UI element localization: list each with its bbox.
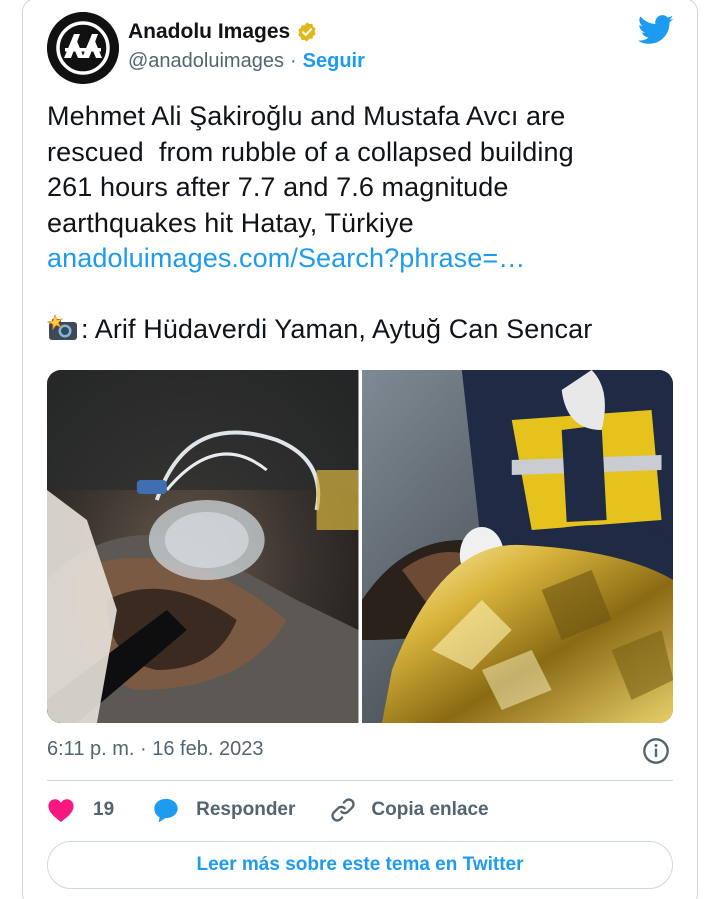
copy-link-button[interactable]: Copia enlace <box>329 796 489 824</box>
heart-icon <box>48 799 74 823</box>
tweet-timestamp[interactable]: 6:11 p. m. · 16 feb. 2023 <box>47 738 263 761</box>
divider <box>47 780 673 781</box>
read-more-button[interactable]: Leer más sobre este tema en Twitter <box>47 841 673 889</box>
photo-oxygen-mask-image <box>47 370 359 723</box>
media-grid <box>47 370 673 723</box>
info-icon[interactable] <box>642 737 670 765</box>
tweet-text: Mehmet Ali Şakiroğlu and Mustafa Avcı ar… <box>47 99 687 348</box>
tweet-link[interactable]: anadoluimages.com/Search?phrase=… <box>47 241 687 277</box>
tweet-text-line: earthquakes hit Hatay, Türkiye <box>47 207 414 238</box>
photo-credit-text: : Arif Hüdaverdi Yaman, Aytuğ Can Sencar <box>81 314 593 344</box>
follow-button[interactable]: Seguir <box>303 50 365 73</box>
author-avatar[interactable] <box>47 12 119 84</box>
photo-credit: : Arif Hüdaverdi Yaman, Aytuğ Can Sencar <box>47 312 687 348</box>
tweet-text-line: 261 hours after 7.7 and 7.6 magnitude <box>47 172 509 202</box>
verified-badge-icon <box>298 22 316 42</box>
author-handle-row: @anadoluimages · Seguir <box>128 50 365 73</box>
author-name-row: Anadolu Images <box>128 20 318 44</box>
photo-rescued-man-oxygen-mask[interactable] <box>47 370 359 723</box>
copy-link-label: Copia enlace <box>371 799 489 820</box>
separator: · <box>289 50 297 72</box>
action-bar: 19 Responder Copia enlace <box>47 794 489 826</box>
camera-flash-icon <box>47 314 77 340</box>
photo-thermal-blanket-image <box>361 370 673 723</box>
anadolu-logo-icon <box>47 12 119 84</box>
link-icon <box>331 798 356 822</box>
author-name[interactable]: Anadolu Images <box>128 20 290 44</box>
reply-label: Responder <box>196 799 296 820</box>
like-count: 19 <box>93 799 115 820</box>
tweet-text-line: Mehmet Ali Şakiroğlu and Mustafa Avcı ar… <box>47 101 566 131</box>
like-button[interactable]: 19 <box>47 797 114 823</box>
reply-button[interactable]: Responder <box>152 796 295 824</box>
tweet-text-line: rescued from rubble of a collapsed build… <box>47 136 574 167</box>
author-handle[interactable]: @anadoluimages <box>128 50 284 73</box>
reply-bubble-icon <box>154 798 178 822</box>
photo-rescued-man-thermal-blanket[interactable] <box>361 370 673 723</box>
twitter-bird-icon[interactable] <box>638 14 674 46</box>
